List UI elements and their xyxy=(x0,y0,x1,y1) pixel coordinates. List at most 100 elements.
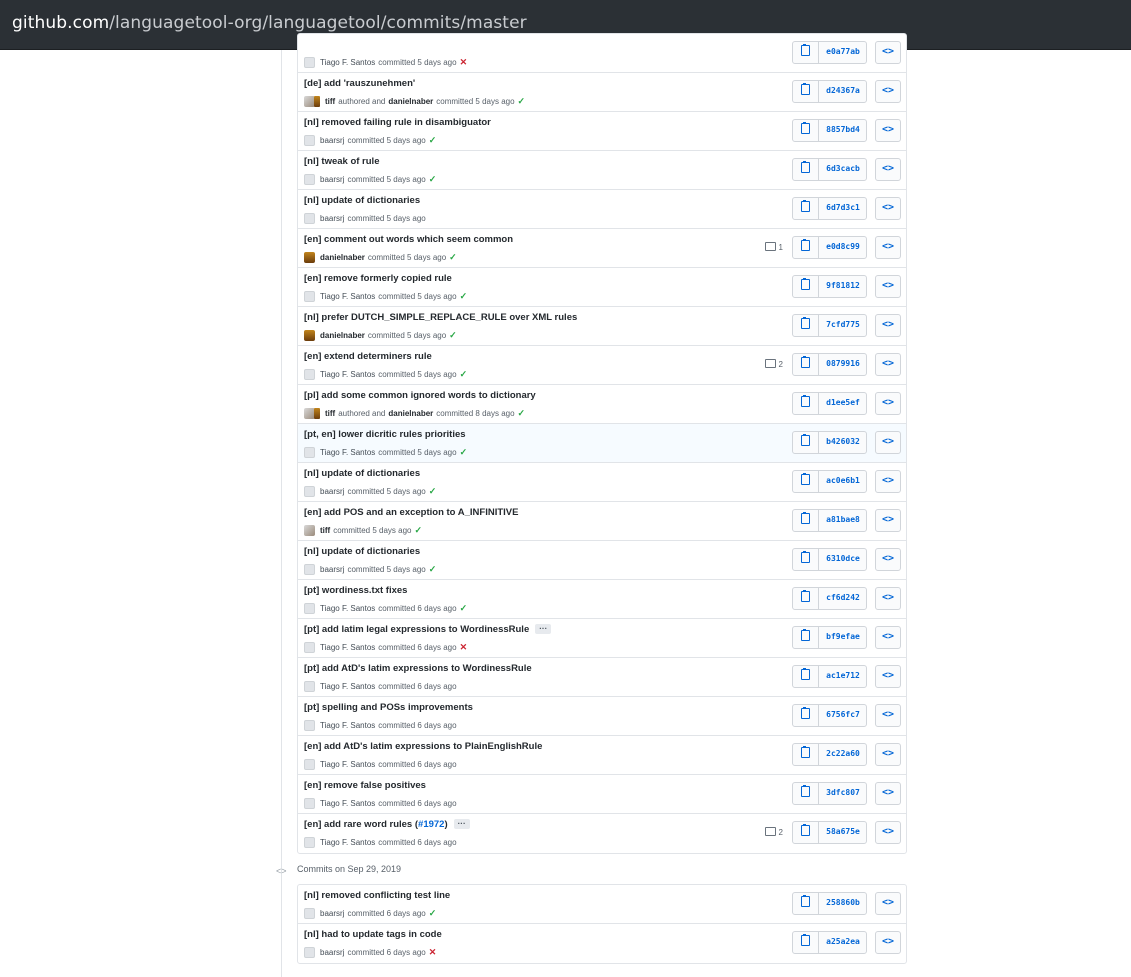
avatar[interactable] xyxy=(304,251,315,263)
commit-message[interactable]: [nl] removed failing rule in disambiguat… xyxy=(304,117,491,128)
commit-title[interactable]: [nl] had to update tags in code xyxy=(304,929,442,940)
check-icon[interactable]: ✓ xyxy=(449,252,457,263)
commit-title[interactable]: [nl] update of dictionaries xyxy=(304,195,420,206)
browse-code-button[interactable]: <> xyxy=(875,119,901,142)
commit-message[interactable]: [nl] had to update tags in code xyxy=(304,929,442,940)
author-name[interactable]: Tiago F. Santos xyxy=(320,799,375,808)
commit-message[interactable]: [nl] tweak of rule xyxy=(304,156,379,167)
avatar[interactable] xyxy=(304,446,315,458)
copy-sha-button[interactable] xyxy=(793,198,819,219)
avatar[interactable] xyxy=(304,641,315,653)
author-name[interactable]: Tiago F. Santos xyxy=(320,58,375,67)
avatar[interactable] xyxy=(314,407,320,419)
commit-title[interactable]: [pt] spelling and POSs improvements xyxy=(304,702,473,713)
browse-code-button[interactable]: <> xyxy=(875,275,901,298)
author-name[interactable]: baarsrj xyxy=(320,565,344,574)
copy-sha-button[interactable] xyxy=(793,42,819,63)
check-icon[interactable]: ✓ xyxy=(414,525,422,536)
commit-message[interactable]: [nl] update of dictionaries xyxy=(304,546,420,557)
copy-sha-button[interactable] xyxy=(793,666,819,687)
check-icon[interactable]: ✓ xyxy=(460,603,468,614)
author-name[interactable]: baarsrj xyxy=(320,909,344,918)
browse-code-button[interactable]: <> xyxy=(875,470,901,493)
copy-sha-button[interactable] xyxy=(793,627,819,648)
commit-sha-link[interactable]: 6756fc7 xyxy=(820,705,866,726)
check-icon[interactable]: ✓ xyxy=(518,96,526,107)
commit-message[interactable]: [en] add POS and an exception to A_INFIN… xyxy=(304,507,518,518)
browse-code-button[interactable]: <> xyxy=(875,782,901,805)
copy-sha-button[interactable] xyxy=(793,510,819,531)
avatar[interactable] xyxy=(304,329,315,341)
commit-title[interactable]: [en] add rare word rules (#1972) ··· xyxy=(304,819,470,830)
check-icon[interactable]: ✓ xyxy=(429,174,437,185)
comment-count[interactable]: 1 xyxy=(764,242,783,252)
browse-code-button[interactable]: <> xyxy=(875,821,901,844)
x-icon[interactable]: ✕ xyxy=(460,642,468,653)
commit-message[interactable]: [en] remove formerly copied rule xyxy=(304,273,452,284)
browse-code-button[interactable]: <> xyxy=(875,158,901,181)
commit-message[interactable]: [nl] removed conflicting test line xyxy=(304,890,450,901)
commit-message[interactable]: [nl] update of dictionaries xyxy=(304,468,420,479)
author-name[interactable]: Tiago F. Santos xyxy=(320,721,375,730)
x-icon[interactable]: ✕ xyxy=(429,947,437,958)
commit-sha-link[interactable]: d24367a xyxy=(820,81,866,102)
commit-title[interactable]: [pt] wordiness.txt fixes xyxy=(304,585,407,596)
issue-link[interactable]: #1972 xyxy=(418,819,444,830)
commit-message[interactable]: [nl] update of dictionaries xyxy=(304,195,420,206)
commit-sha-link[interactable]: 58a675e xyxy=(820,822,866,843)
commit-sha-link[interactable]: ac1e712 xyxy=(820,666,866,687)
commit-title[interactable]: [en] add POS and an exception to A_INFIN… xyxy=(304,507,518,518)
author-name[interactable]: Tiago F. Santos xyxy=(320,760,375,769)
commit-title[interactable]: [pt] add latim legal expressions to Word… xyxy=(304,624,552,635)
commit-title[interactable]: [en] extend determiners rule xyxy=(304,351,432,362)
browse-code-button[interactable]: <> xyxy=(875,41,901,64)
copy-sha-button[interactable] xyxy=(793,588,819,609)
copy-sha-button[interactable] xyxy=(793,432,819,453)
commit-title[interactable]: [nl] removed conflicting test line xyxy=(304,890,450,901)
author-name[interactable]: tiff xyxy=(320,526,330,535)
commit-message[interactable]: [pt] add AtD's latim expressions to Word… xyxy=(304,663,532,674)
commit-sha-link[interactable]: 2c22a60 xyxy=(820,744,866,765)
avatar[interactable] xyxy=(304,368,315,380)
check-icon[interactable]: ✓ xyxy=(429,564,437,575)
avatar[interactable] xyxy=(304,602,315,614)
avatar[interactable] xyxy=(304,563,315,575)
avatar[interactable] xyxy=(304,758,315,770)
browse-code-button[interactable]: <> xyxy=(875,80,901,103)
avatar[interactable] xyxy=(304,290,315,302)
commit-title[interactable]: [nl] update of dictionaries xyxy=(304,468,420,479)
commit-sha-link[interactable]: bf9efae xyxy=(820,627,866,648)
commit-title[interactable]: [de] add 'rauszunehmen' xyxy=(304,78,415,89)
commit-message[interactable]: [de] add 'rauszunehmen' xyxy=(304,78,415,89)
commit-sha-link[interactable]: 8857bd4 xyxy=(820,120,866,141)
author-name[interactable]: Tiago F. Santos xyxy=(320,604,375,613)
commit-title[interactable]: [en] remove formerly copied rule xyxy=(304,273,452,284)
expand-message-button[interactable]: ··· xyxy=(535,624,552,635)
commit-sha-link[interactable]: a25a2ea xyxy=(820,932,866,953)
avatar[interactable] xyxy=(304,134,315,146)
copy-sha-button[interactable] xyxy=(793,393,819,414)
avatar[interactable] xyxy=(304,56,315,68)
commit-sha-link[interactable]: 9f81812 xyxy=(820,276,866,297)
copy-sha-button[interactable] xyxy=(793,549,819,570)
copy-sha-button[interactable] xyxy=(793,932,819,953)
author-name[interactable]: baarsrj xyxy=(320,175,344,184)
author-name[interactable]: danielnaber xyxy=(388,97,433,106)
browse-code-button[interactable]: <> xyxy=(875,665,901,688)
avatar[interactable] xyxy=(304,907,315,919)
commit-message[interactable]: [en] add AtD's latim expressions to Plai… xyxy=(304,741,542,752)
browse-code-button[interactable]: <> xyxy=(875,743,901,766)
browse-code-button[interactable]: <> xyxy=(875,931,901,954)
author-name[interactable]: baarsrj xyxy=(320,214,344,223)
commit-sha-link[interactable]: 258860b xyxy=(820,893,866,914)
avatar[interactable] xyxy=(304,173,315,185)
commit-sha-link[interactable]: 3dfc807 xyxy=(820,783,866,804)
author-name[interactable]: danielnaber xyxy=(320,331,365,340)
commit-sha-link[interactable]: d1ee5ef xyxy=(820,393,866,414)
browse-code-button[interactable]: <> xyxy=(875,587,901,610)
commit-sha-link[interactable]: 7cfd775 xyxy=(820,315,866,336)
author-name[interactable]: Tiago F. Santos xyxy=(320,448,375,457)
commit-message[interactable]: [pt] spelling and POSs improvements xyxy=(304,702,473,713)
commit-message[interactable]: [pt] wordiness.txt fixes xyxy=(304,585,407,596)
author-name[interactable]: Tiago F. Santos xyxy=(320,838,375,847)
